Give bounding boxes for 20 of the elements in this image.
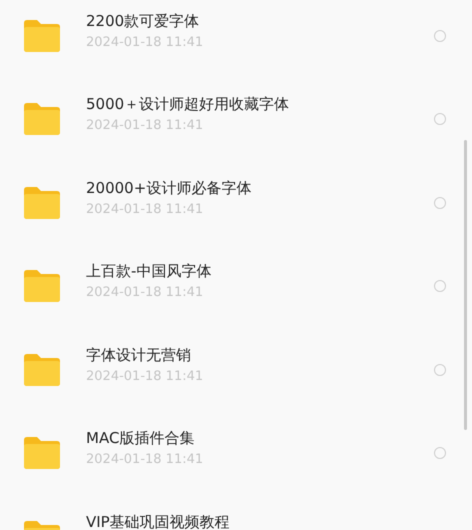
folder-name[interactable]: MAC版插件合集: [86, 430, 434, 446]
folder-name[interactable]: 20000+设计师必备字体: [86, 180, 434, 196]
scrollbar[interactable]: [464, 140, 467, 430]
folder-icon: [22, 186, 62, 220]
folder-icon: [22, 102, 62, 136]
select-radio[interactable]: [434, 113, 446, 126]
folder-name[interactable]: 字体设计无营销: [86, 346, 434, 363]
folder-name[interactable]: 上百款-中国风字体: [86, 263, 434, 280]
folder-name[interactable]: 5000＋设计师超好用收藏字体: [86, 96, 434, 112]
folder-icon: [22, 436, 62, 470]
select-radio[interactable]: [434, 280, 446, 292]
folder-icon: [22, 352, 62, 387]
select-radio[interactable]: [434, 447, 446, 460]
select-radio[interactable]: [434, 364, 446, 376]
folder-name[interactable]: 2200款可爱字体: [86, 12, 434, 29]
folder-icon: [22, 18, 62, 53]
folder-name[interactable]: VIP基础巩固视频教程: [86, 514, 452, 530]
folder-icon: [22, 269, 62, 304]
select-radio[interactable]: [434, 196, 446, 209]
select-radio[interactable]: [434, 30, 446, 42]
